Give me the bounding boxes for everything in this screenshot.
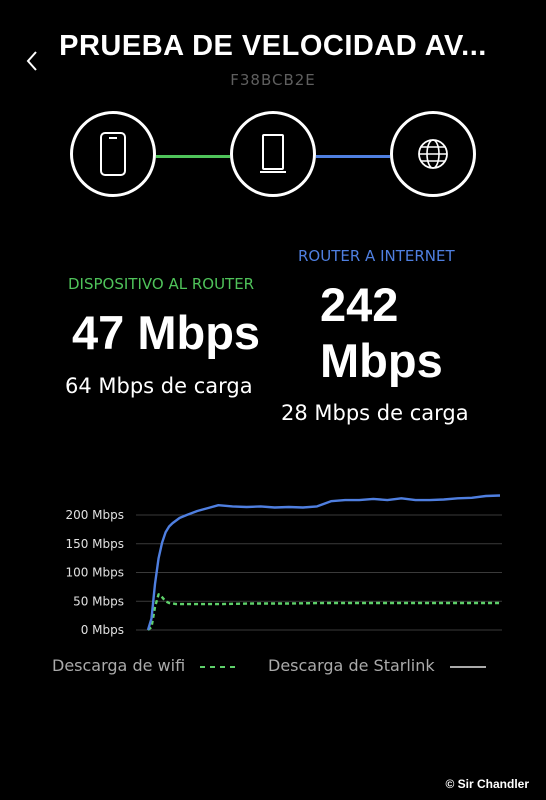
router-node [230,111,316,197]
router-to-internet-speed-value: 242 [320,278,399,331]
series-line-starlink [146,494,501,631]
page-title: PRUEBA DE VELOCIDAD AV... [59,30,487,62]
device-router-link [156,155,230,158]
legend-starlink: Descarga de Starlink [268,656,488,675]
legend-wifi-label: Descarga de wifi [52,656,186,675]
legend-wifi: Descarga de wifi [52,656,238,675]
router-to-internet-upload: 28 Mbps de carga [281,401,469,425]
device-to-router-label: DISPOSITIVO AL ROUTER [68,275,255,293]
y-tick-label: 100 Mbps [65,566,124,580]
series-line-wifi [147,593,500,631]
y-tick-label: 0 Mbps [81,623,124,637]
device-node [70,111,156,197]
device-to-router-speed: 47 Mbps [72,306,261,359]
internet-node [390,111,476,197]
device-id: F38BCB2E [230,71,316,89]
legend-starlink-swatch [449,665,486,668]
device-to-router-upload: 64 Mbps de carga [65,374,253,398]
router-internet-link [316,155,390,158]
router-to-internet-speed-unit: Mbps [320,334,443,387]
router-icon [260,134,286,173]
speed-chart: 0 Mbps 50 Mbps 100 Mbps 150 Mbps 200 Mbps [65,494,502,637]
legend-starlink-label: Descarga de Starlink [268,656,435,675]
legend-wifi-swatch [200,665,237,668]
y-tick-label: 200 Mbps [65,508,124,522]
credit-watermark: © Sir Chandler [445,777,529,791]
y-tick-label: 150 Mbps [65,537,124,551]
router-to-internet-label: ROUTER A INTERNET [298,247,455,265]
y-tick-label: 50 Mbps [73,594,124,608]
globe-icon [418,139,448,169]
phone-icon [100,132,126,176]
